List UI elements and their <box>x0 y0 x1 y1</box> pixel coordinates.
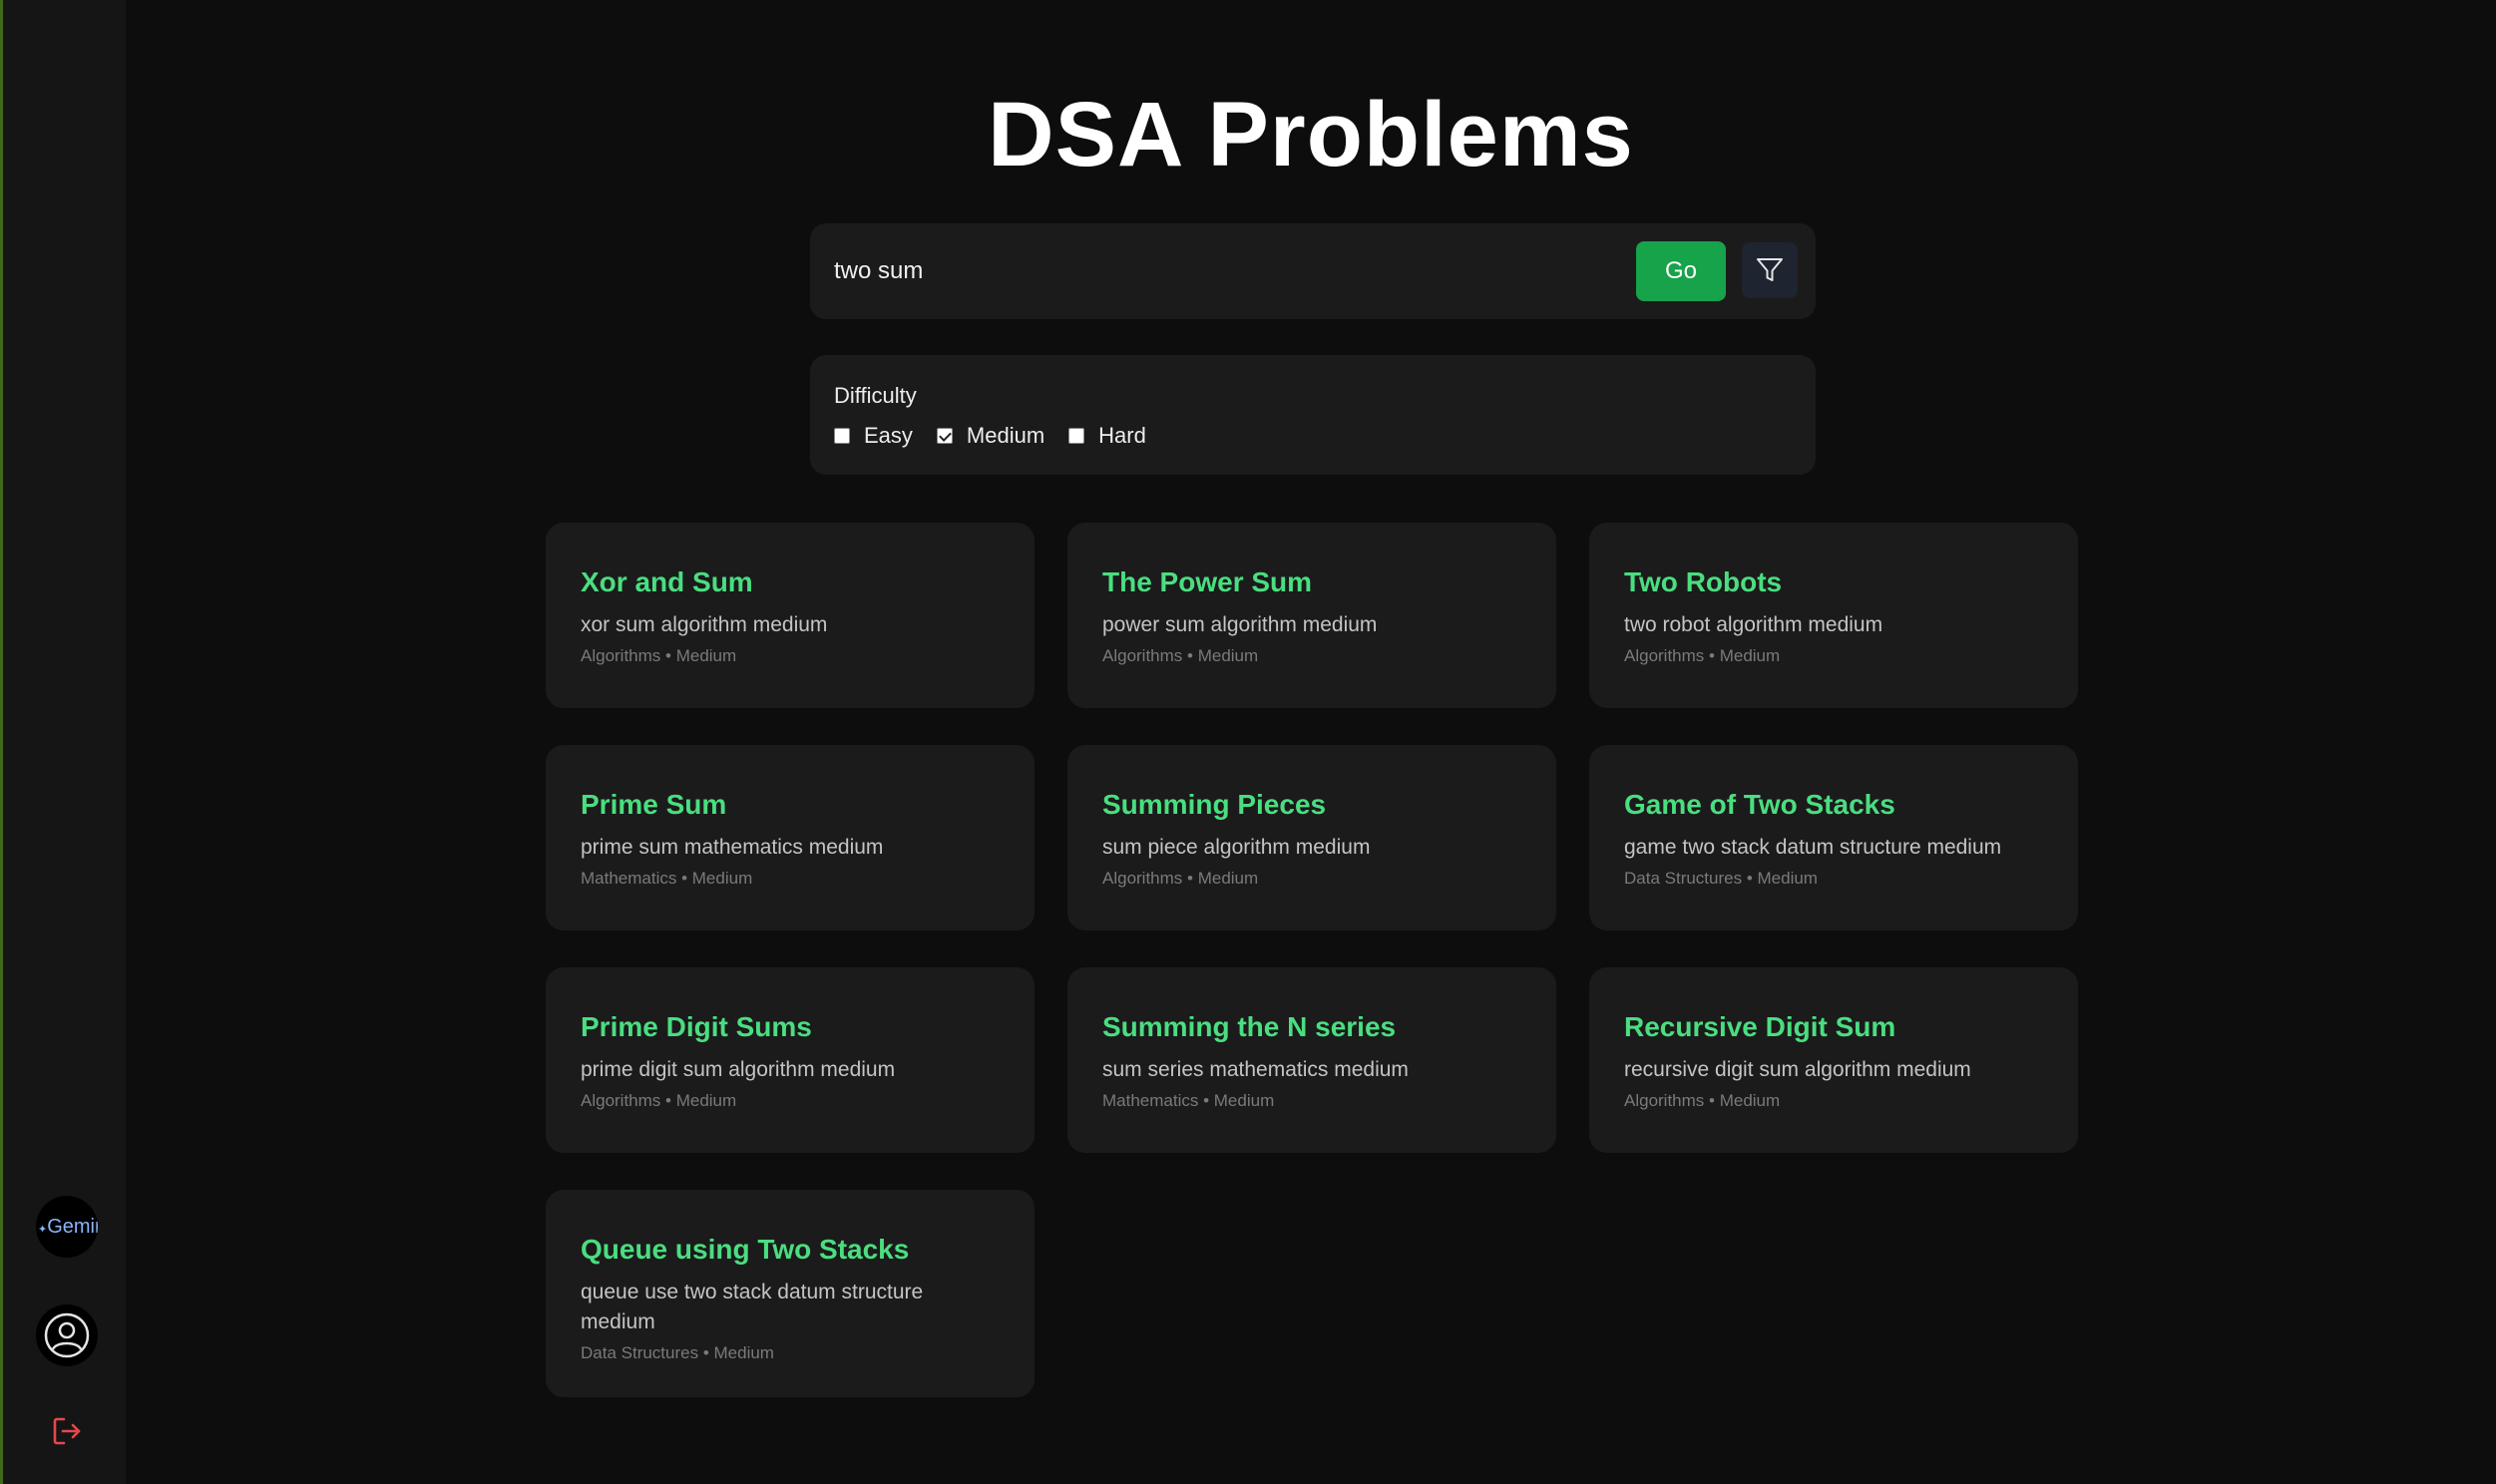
problem-meta: Algorithms • Medium <box>1102 646 1259 665</box>
gemini-icon: ✦Gemini <box>38 1216 98 1239</box>
problem-description: prime sum mathematics medium <box>581 836 884 859</box>
profile-button[interactable] <box>36 1304 98 1366</box>
problem-meta: Data Structures • Medium <box>581 1343 774 1362</box>
problem-description: power sum algorithm medium <box>1102 613 1378 636</box>
problem-meta: Mathematics • Medium <box>581 869 753 888</box>
problem-meta: Mathematics • Medium <box>1102 1091 1275 1110</box>
problem-meta: Algorithms • Medium <box>1624 1091 1781 1110</box>
problem-meta: Algorithms • Medium <box>1624 646 1781 665</box>
problem-meta: Algorithms • Medium <box>581 1091 737 1110</box>
sidebar: ✦Gemini <box>0 0 126 1484</box>
problem-description: xor sum algorithm medium <box>581 613 828 636</box>
medium-label: Medium <box>966 423 1045 448</box>
medium-checkbox[interactable] <box>936 428 953 444</box>
problem-title: Summing Pieces <box>1102 789 1327 820</box>
problem-title: Summing the N series <box>1102 1011 1397 1042</box>
gemini-label: Gemini <box>47 1215 98 1238</box>
page-title: DSA Problems <box>988 84 1634 186</box>
problem-meta: Algorithms • Medium <box>581 646 737 665</box>
problem-card[interactable]: Game of Two Stacks game two stack datum … <box>1589 745 2078 930</box>
problem-title: Xor and Sum <box>581 566 753 597</box>
problem-description: game two stack datum structure medium <box>1624 836 2002 859</box>
problem-description: sum series mathematics medium <box>1102 1058 1409 1081</box>
problem-description: queue use two stack datum structure medi… <box>581 1281 924 1333</box>
problem-title: Prime Sum <box>581 789 727 820</box>
go-button[interactable]: Go <box>1636 241 1726 301</box>
problem-card[interactable]: Summing Pieces sum piece algorithm mediu… <box>1067 745 1556 930</box>
difficulty-label: Difficulty <box>834 383 917 408</box>
problem-title: Two Robots <box>1624 566 1783 597</box>
logout-icon <box>53 1417 81 1445</box>
problem-description: prime digit sum algorithm medium <box>581 1058 896 1081</box>
filter-icon <box>1757 258 1783 281</box>
hard-label: Hard <box>1098 423 1146 448</box>
problem-meta: Algorithms • Medium <box>1102 869 1259 888</box>
problem-card[interactable]: Prime Sum prime sum mathematics medium M… <box>546 745 1035 930</box>
problem-description: recursive digit sum algorithm medium <box>1624 1058 1971 1081</box>
problem-card[interactable]: Prime Digit Sums prime digit sum algorit… <box>546 967 1035 1153</box>
problem-title: Queue using Two Stacks <box>581 1234 910 1265</box>
problem-meta: Data Structures • Medium <box>1624 869 1818 888</box>
problem-card[interactable]: The Power Sum power sum algorithm medium… <box>1067 523 1556 708</box>
problem-card[interactable]: Xor and Sum xor sum algorithm medium Alg… <box>546 523 1035 708</box>
problem-title: The Power Sum <box>1102 566 1313 597</box>
search-input[interactable] <box>820 241 1598 301</box>
profile-icon <box>44 1312 90 1358</box>
filter-button[interactable] <box>1742 242 1798 298</box>
problem-card[interactable]: Summing the N series sum series mathemat… <box>1067 967 1556 1153</box>
search-bar: Go <box>810 223 1816 319</box>
difficulty-option-easy[interactable]: Easy <box>834 423 913 449</box>
difficulty-options: Easy Medium Hard <box>834 423 1170 449</box>
problem-description: sum piece algorithm medium <box>1102 836 1371 859</box>
problem-description: two robot algorithm medium <box>1624 613 1883 636</box>
problem-card[interactable]: Two Robots two robot algorithm medium Al… <box>1589 523 2078 708</box>
main-content: DSA Problems Go Difficulty Easy Medium H… <box>126 0 2496 1484</box>
difficulty-option-hard[interactable]: Hard <box>1068 423 1146 449</box>
gemini-button[interactable]: ✦Gemini <box>36 1196 98 1258</box>
problem-title: Recursive Digit Sum <box>1624 1011 1896 1042</box>
problem-grid: Xor and Sum xor sum algorithm medium Alg… <box>546 523 2082 1397</box>
difficulty-option-medium[interactable]: Medium <box>936 423 1045 449</box>
problem-title: Prime Digit Sums <box>581 1011 812 1042</box>
hard-checkbox[interactable] <box>1068 428 1085 444</box>
easy-label: Easy <box>864 423 913 448</box>
logout-button[interactable] <box>36 1400 98 1462</box>
problem-title: Game of Two Stacks <box>1624 789 1895 820</box>
problem-card[interactable]: Queue using Two Stacks queue use two sta… <box>546 1190 1035 1397</box>
easy-checkbox[interactable] <box>834 428 850 444</box>
difficulty-filter-panel: Difficulty Easy Medium Hard <box>810 355 1816 475</box>
problem-card[interactable]: Recursive Digit Sum recursive digit sum … <box>1589 967 2078 1153</box>
